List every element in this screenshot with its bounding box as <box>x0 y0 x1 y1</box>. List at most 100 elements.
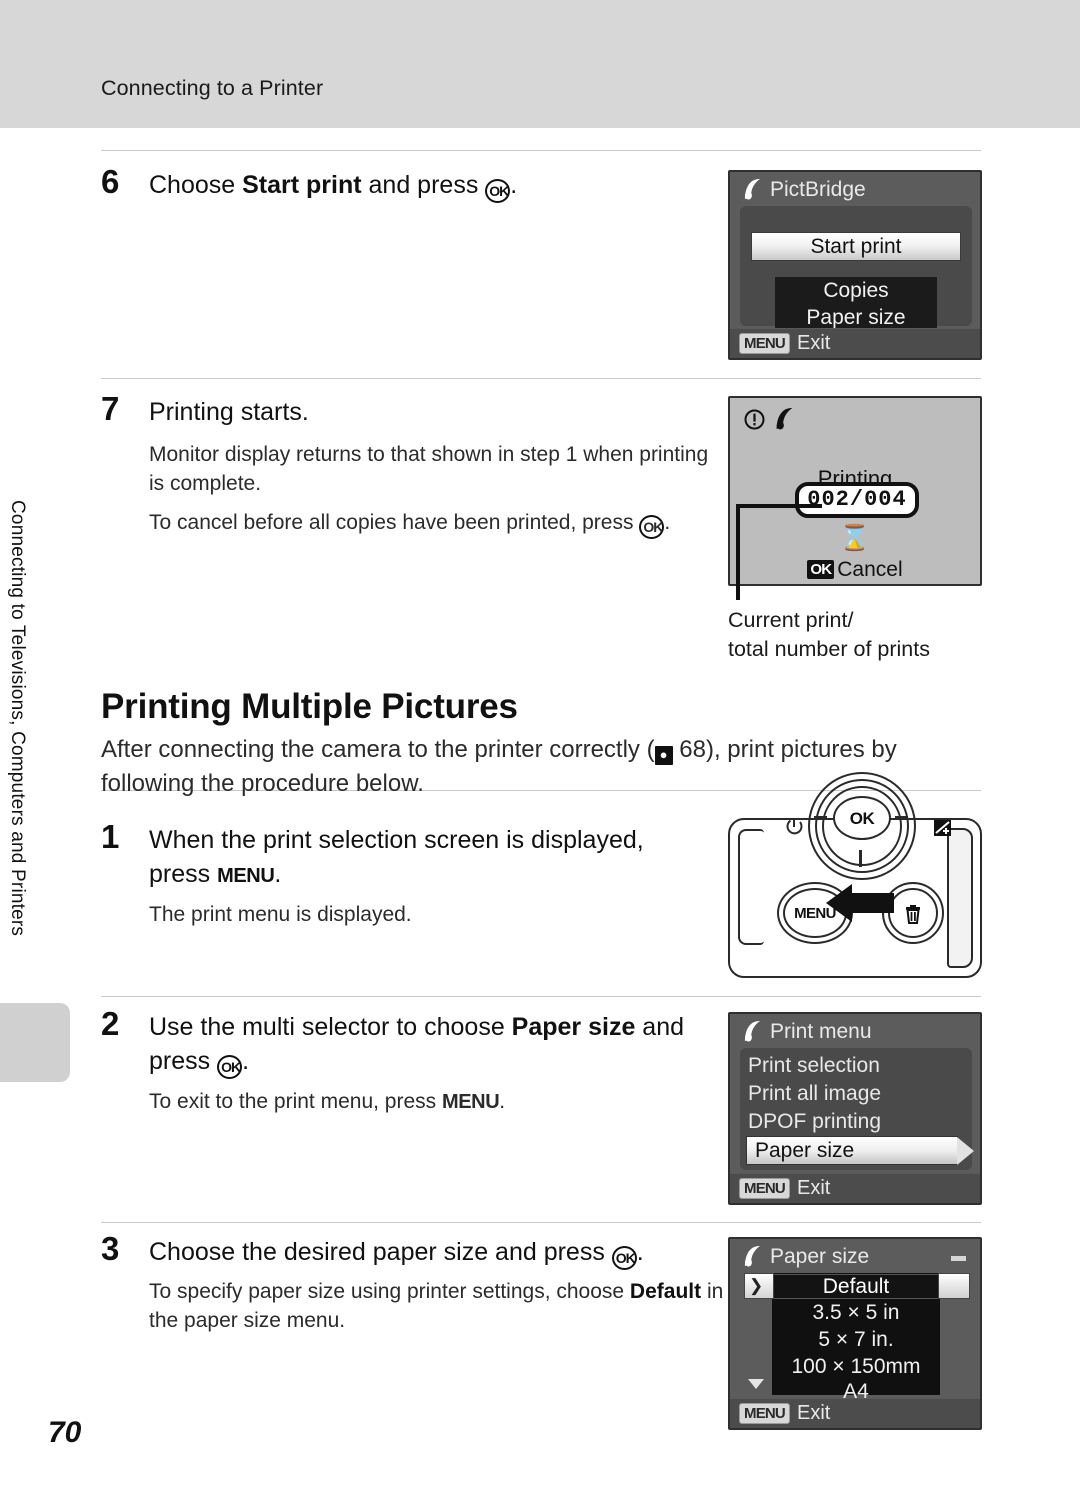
divider-above-step7 <box>101 378 981 379</box>
step-3-body-bold: Default <box>629 1280 702 1303</box>
paper-size-option-default[interactable]: Default <box>774 1274 938 1299</box>
screen-pictbridge-options: Copies Paper size <box>775 277 937 335</box>
warning-icon <box>744 406 765 431</box>
step-3-number: 3 <box>101 1230 120 1267</box>
ok-button[interactable]: OK <box>833 796 891 840</box>
pointer-arrow-head <box>826 884 852 922</box>
flash-icon <box>895 816 908 819</box>
page-number: 70 <box>48 1416 82 1449</box>
camera-left-edge-detail <box>738 829 764 945</box>
step-2-title-bold: Paper size <box>511 1013 636 1041</box>
step-6-title-end: . <box>510 171 518 199</box>
paper-size-option-5x7[interactable]: 5 × 7 in. <box>772 1328 940 1352</box>
step-6-title-post: and press <box>361 171 486 199</box>
self-timer-marker-icon <box>859 850 862 867</box>
step-7-number: 7 <box>101 390 120 427</box>
pictbridge-icon <box>775 406 794 431</box>
screen-pictbridge-copies-item[interactable]: Copies <box>775 279 937 303</box>
step-6-title-pre: Choose <box>149 171 243 199</box>
menu-item-paper-size[interactable]: Paper size <box>746 1136 976 1166</box>
ok-button-icon: OK <box>485 179 511 203</box>
screen-pictbridge-title: PictBridge <box>744 178 866 202</box>
screen-paper-size-footer: MENU Exit <box>730 1398 980 1428</box>
screen-pictbridge-start-print-item[interactable]: Start print <box>751 232 961 261</box>
scroll-down-icon[interactable] <box>748 1379 764 1389</box>
page-header-band <box>0 0 1080 128</box>
section-intro-pre: After connecting the camera to the print… <box>101 736 655 763</box>
step-3-title-end: . <box>636 1238 644 1266</box>
screen-paper-size-title-text: Paper size <box>770 1245 870 1268</box>
step-6-title-bold: Start print <box>242 171 362 199</box>
scrollbar-top-indicator <box>951 1256 966 1261</box>
page-header-title: Connecting to a Printer <box>101 76 324 100</box>
screen-printing-icon-row <box>744 406 794 432</box>
screen-paper-size: Paper size ❯ Default 3.5 × 5 in 5 × 7 in… <box>728 1237 982 1430</box>
paper-size-option-3.5x5[interactable]: 3.5 × 5 in <box>772 1301 940 1325</box>
step-7-title: Printing starts. <box>149 398 309 426</box>
step-6-number: 6 <box>101 163 120 200</box>
menu-button-icon: MENU <box>217 865 275 887</box>
chapter-side-tab-marker <box>0 1003 70 1082</box>
chevron-right-icon <box>957 1137 974 1165</box>
step-2-body: To exit to the print menu, press MENU. <box>149 1087 729 1117</box>
screen-printing-counter: 002/004 <box>795 482 919 518</box>
section-heading: Printing Multiple Pictures <box>101 687 518 726</box>
step-7-body-line1: Monitor display returns to that shown in… <box>149 443 709 495</box>
pictbridge-icon <box>744 179 761 200</box>
screen-paper-size-exit-label: Exit <box>797 1402 831 1424</box>
paper-size-option-100x150mm[interactable]: 100 × 150mm <box>772 1355 940 1379</box>
chevron-down-icon: ❯ <box>749 1276 764 1295</box>
callout-line-1: Current print/ <box>728 608 854 632</box>
exposure-compensation-icon <box>932 817 954 844</box>
step-2-body-pre: To exit to the print menu, press <box>149 1090 442 1113</box>
pictbridge-icon <box>744 1246 761 1267</box>
screen-printing-cancel-row[interactable]: OK Cancel <box>730 558 980 582</box>
reference-book-icon: ● <box>654 746 673 765</box>
step-2-title: Use the multi selector to choose Paper s… <box>149 1010 709 1079</box>
ok-badge-icon: OK <box>807 560 835 579</box>
menu-item-print-selection[interactable]: Print selection <box>748 1054 880 1078</box>
hourglass-icon: ⌛ <box>839 524 871 552</box>
step-7-body-line2: To cancel before all copies have been pr… <box>149 508 729 539</box>
step-1-title: When the print selection screen is displ… <box>149 823 709 893</box>
screen-print-menu-exit-label: Exit <box>797 1177 831 1199</box>
divider-above-step2 <box>101 996 981 997</box>
step-3-title: Choose the desired paper size and press … <box>149 1235 709 1270</box>
menu-item-dpof-printing[interactable]: DPOF printing <box>748 1110 881 1134</box>
step-7-body-line2-end: . <box>664 511 671 534</box>
camera-back-illustration: OK MENU <box>728 772 982 978</box>
callout-text: Current print/ total number of prints <box>728 606 930 664</box>
scroll-right-tab[interactable] <box>938 1273 970 1299</box>
divider-above-step6 <box>101 150 981 151</box>
step-1-number: 1 <box>101 818 120 855</box>
screen-paper-size-title: Paper size <box>744 1245 869 1269</box>
screen-pictbridge-exit-label: Exit <box>797 332 831 354</box>
step-2-title-pre: Use the multi selector to choose <box>149 1013 512 1041</box>
menu-badge-icon: MENU <box>739 333 790 354</box>
section-intro-reference: 68 <box>679 736 706 763</box>
ok-button-icon: OK <box>217 1055 243 1079</box>
step-1-title-end: . <box>274 860 282 888</box>
screen-pictbridge-paper-size-item[interactable]: Paper size <box>775 306 937 330</box>
screen-pictbridge-footer: MENU Exit <box>730 328 980 358</box>
ok-button-icon: OK <box>639 515 665 539</box>
menu-item-print-all-image[interactable]: Print all image <box>748 1082 881 1106</box>
ok-button-icon: OK <box>611 1246 637 1270</box>
step-3-body-pre: To specify paper size using printer sett… <box>149 1280 630 1303</box>
step-3-body: To specify paper size using printer sett… <box>149 1277 729 1335</box>
callout-line-2: total number of prints <box>728 637 930 661</box>
menu-badge-icon: MENU <box>739 1178 790 1199</box>
step-2-number: 2 <box>101 1005 120 1042</box>
screen-print-menu-title: Print menu <box>744 1020 872 1044</box>
callout-vertical-line <box>736 504 740 600</box>
screen-print-menu-title-text: Print menu <box>770 1020 872 1043</box>
screen-pictbridge: PictBridge Start print Copies Paper size… <box>728 170 982 360</box>
callout-horizontal-line <box>736 504 822 508</box>
screen-printing: Printing 002/004 ⌛ OK Cancel <box>728 396 982 586</box>
delete-button[interactable] <box>882 882 944 944</box>
screen-pictbridge-title-text: PictBridge <box>770 178 866 201</box>
step-3-title-pre: Choose the desired paper size and press <box>149 1238 612 1266</box>
self-timer-icon <box>784 818 804 843</box>
step-7-body-line2-pre: To cancel before all copies have been pr… <box>149 511 640 534</box>
divider-above-step3 <box>101 1222 981 1223</box>
